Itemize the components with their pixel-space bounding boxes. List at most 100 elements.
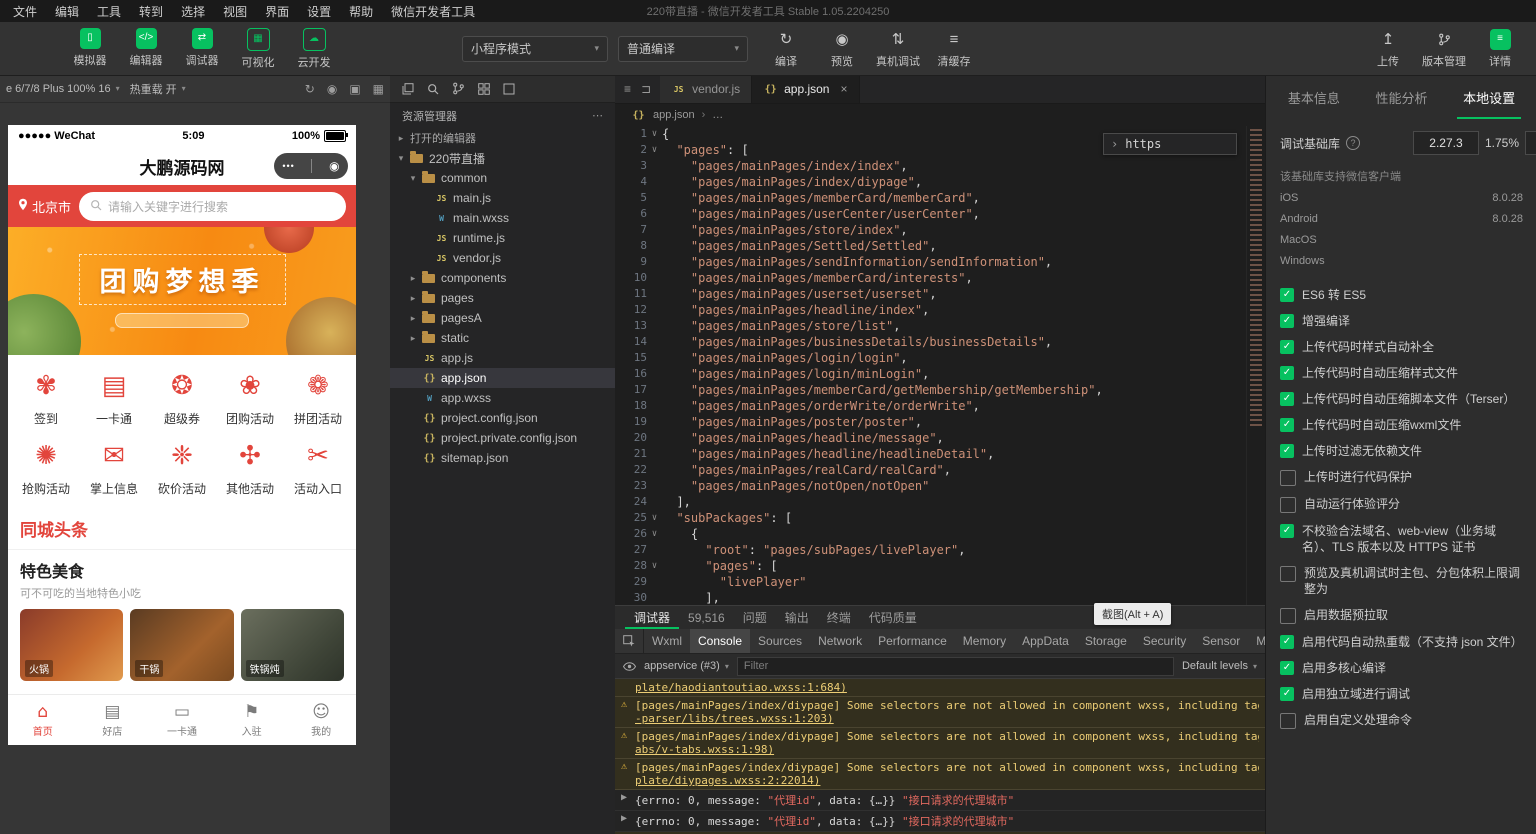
city-selector[interactable]: 北京市	[18, 197, 71, 216]
menu-item[interactable]: 帮助	[340, 0, 382, 23]
device-select[interactable]: e 6/7/8 Plus 100% 16▾	[6, 83, 120, 95]
version-control-button[interactable]: 版本管理	[1416, 29, 1472, 69]
phone-tab-item[interactable]: ☺我的	[286, 695, 356, 745]
cloud-dev-button[interactable]: ☁云开发	[286, 28, 342, 70]
settings-option[interactable]: ✓上传代码时自动压缩脚本文件（Terser）	[1280, 391, 1523, 407]
settings-option[interactable]: ✓启用独立域进行调试	[1280, 686, 1523, 702]
food-card[interactable]: 干锅	[130, 609, 233, 681]
fold-icon[interactable]: ∨	[647, 526, 662, 542]
checkbox-icon[interactable]	[1280, 566, 1296, 582]
tree-item[interactable]: Wapp.wxss	[390, 388, 615, 408]
menu-item[interactable]: 转到	[130, 0, 172, 23]
tree-item[interactable]: Wmain.wxss	[390, 208, 615, 228]
inspect-element-icon[interactable]	[615, 629, 644, 653]
search-icon[interactable]	[427, 83, 439, 95]
app-grid-item[interactable]: ✉掌上信息	[80, 440, 148, 497]
settings-tab[interactable]: 本地设置	[1457, 75, 1521, 119]
debugger-tab[interactable]: 59,516	[679, 606, 734, 629]
app-grid-item[interactable]: ❂超级券	[148, 370, 216, 427]
app-grid-item[interactable]: ✂活动入口	[284, 440, 352, 497]
app-grid-item[interactable]: ❁拼团活动	[284, 370, 352, 427]
devtools-tab-console[interactable]: Console	[690, 629, 750, 653]
phone-tab-item[interactable]: ⚑入驻	[217, 695, 287, 745]
settings-tab[interactable]: 基本信息	[1282, 75, 1346, 119]
phone-tab-item[interactable]: ▤好店	[78, 695, 148, 745]
tree-item[interactable]: JSruntime.js	[390, 228, 615, 248]
checkbox-icon[interactable]: ✓	[1280, 635, 1294, 649]
checkbox-icon[interactable]: ✓	[1280, 392, 1294, 406]
debugger-tab[interactable]: 代码质量	[860, 606, 926, 629]
fold-icon[interactable]: ∨	[647, 126, 662, 142]
log-levels-select[interactable]: Default levels▾	[1182, 660, 1257, 672]
source-control-icon[interactable]	[452, 82, 465, 95]
mode-select[interactable]: 小程序模式▾	[462, 36, 608, 62]
settings-option[interactable]: ✓启用代码自动热重载（不支持 json 文件）	[1280, 634, 1523, 650]
editor-button[interactable]: </>编辑器	[118, 28, 174, 70]
settings-option[interactable]: ✓启用多核心编译	[1280, 660, 1523, 676]
app-grid-item[interactable]: ❈砍价活动	[148, 440, 216, 497]
menu-item[interactable]: 文件	[4, 0, 46, 23]
wechat-capsule[interactable]: ••• ◉	[274, 153, 348, 179]
editor-tab[interactable]: {}app.json×	[752, 75, 859, 103]
devtools-tab-appdata[interactable]: AppData	[1014, 629, 1077, 653]
screenshot-icon[interactable]: ▣	[349, 82, 360, 96]
code-area[interactable]: 1∨{2∨ "pages": [3 "pages/mainPages/index…	[615, 126, 1265, 606]
settings-option[interactable]: ✓上传时过滤无依赖文件	[1280, 443, 1523, 459]
tree-item[interactable]: {}app.json	[390, 368, 615, 388]
extensions-icon[interactable]	[478, 83, 490, 95]
app-grid-item[interactable]: ✺抢购活动	[12, 440, 80, 497]
menu-item[interactable]: 界面	[256, 0, 298, 23]
expand-icon[interactable]: ▶	[621, 792, 635, 808]
search-input[interactable]: 请输入关键字进行搜索	[79, 192, 346, 221]
tree-item[interactable]: JSapp.js	[390, 348, 615, 368]
menu-item[interactable]: 视图	[214, 0, 256, 23]
tree-item[interactable]: JSvendor.js	[390, 248, 615, 268]
clear-cache-button[interactable]: ≡清缓存	[926, 29, 982, 69]
phone-tab-item[interactable]: ▭一卡通	[147, 695, 217, 745]
editor-tab[interactable]: JSvendor.js	[660, 75, 752, 103]
list-icon[interactable]: ≡	[624, 82, 631, 96]
tree-item[interactable]: {}sitemap.json	[390, 448, 615, 468]
more-icon[interactable]: •••	[282, 161, 294, 171]
settings-option[interactable]: ✓上传代码时自动压缩样式文件	[1280, 365, 1523, 381]
console-filter-input[interactable]: Filter	[737, 657, 1174, 676]
debugger-tab[interactable]: 终端	[818, 606, 860, 629]
app-grid-item[interactable]: ✣其他活动	[216, 440, 284, 497]
source-link[interactable]: -parser/libs/trees.wxss:1:203)	[635, 712, 834, 725]
layout-icon[interactable]: ▦	[373, 82, 384, 96]
preview-button[interactable]: ◉预览	[814, 29, 870, 69]
source-link[interactable]: abs/v-tabs.wxss:1:98)	[635, 743, 774, 756]
menu-item[interactable]: 选择	[172, 0, 214, 23]
settings-option[interactable]: ✓ES6 转 ES5	[1280, 287, 1523, 303]
close-circle-icon[interactable]: ◉	[329, 159, 339, 173]
tree-item[interactable]: JSmain.js	[390, 188, 615, 208]
eye-icon[interactable]	[623, 662, 636, 671]
fold-icon[interactable]: ∨	[647, 558, 662, 574]
bookmark-icon[interactable]: ⊐	[641, 82, 651, 96]
settings-option[interactable]: ✓上传代码时样式自动补全	[1280, 339, 1523, 355]
library-extra-control[interactable]	[1525, 131, 1536, 155]
devtools-tab-network[interactable]: Network	[810, 629, 870, 653]
devtools-tab-sources[interactable]: Sources	[750, 629, 810, 653]
tree-item[interactable]: ▸pages	[390, 288, 615, 308]
tree-item[interactable]: ▾common	[390, 168, 615, 188]
settings-option[interactable]: 上传时进行代码保护	[1280, 469, 1523, 486]
simulator-button[interactable]: ▯模拟器	[62, 28, 118, 70]
devtools-tab-wxml[interactable]: Wxml	[644, 629, 690, 653]
devtools-tab-sensor[interactable]: Sensor	[1194, 629, 1248, 653]
tree-item[interactable]: ▸static	[390, 328, 615, 348]
checkbox-icon[interactable]	[1280, 470, 1296, 486]
debugger-button[interactable]: ⇄调试器	[174, 28, 230, 70]
info-icon[interactable]: ?	[1346, 136, 1360, 150]
compile-mode-select[interactable]: 普通编译▾	[618, 36, 748, 62]
app-grid-item[interactable]: ▤一卡通	[80, 370, 148, 427]
restart-icon[interactable]: ↻	[305, 82, 315, 96]
panel-icon[interactable]	[503, 83, 515, 95]
settings-option[interactable]: ✓增强编译	[1280, 313, 1523, 329]
tree-item[interactable]: ▸pagesA	[390, 308, 615, 328]
checkbox-icon[interactable]: ✓	[1280, 314, 1294, 328]
menu-item[interactable]: 编辑	[46, 0, 88, 23]
app-grid-item[interactable]: ❀团购活动	[216, 370, 284, 427]
close-icon[interactable]: ×	[840, 82, 847, 96]
tree-item[interactable]: ▾220带直播	[390, 148, 615, 168]
